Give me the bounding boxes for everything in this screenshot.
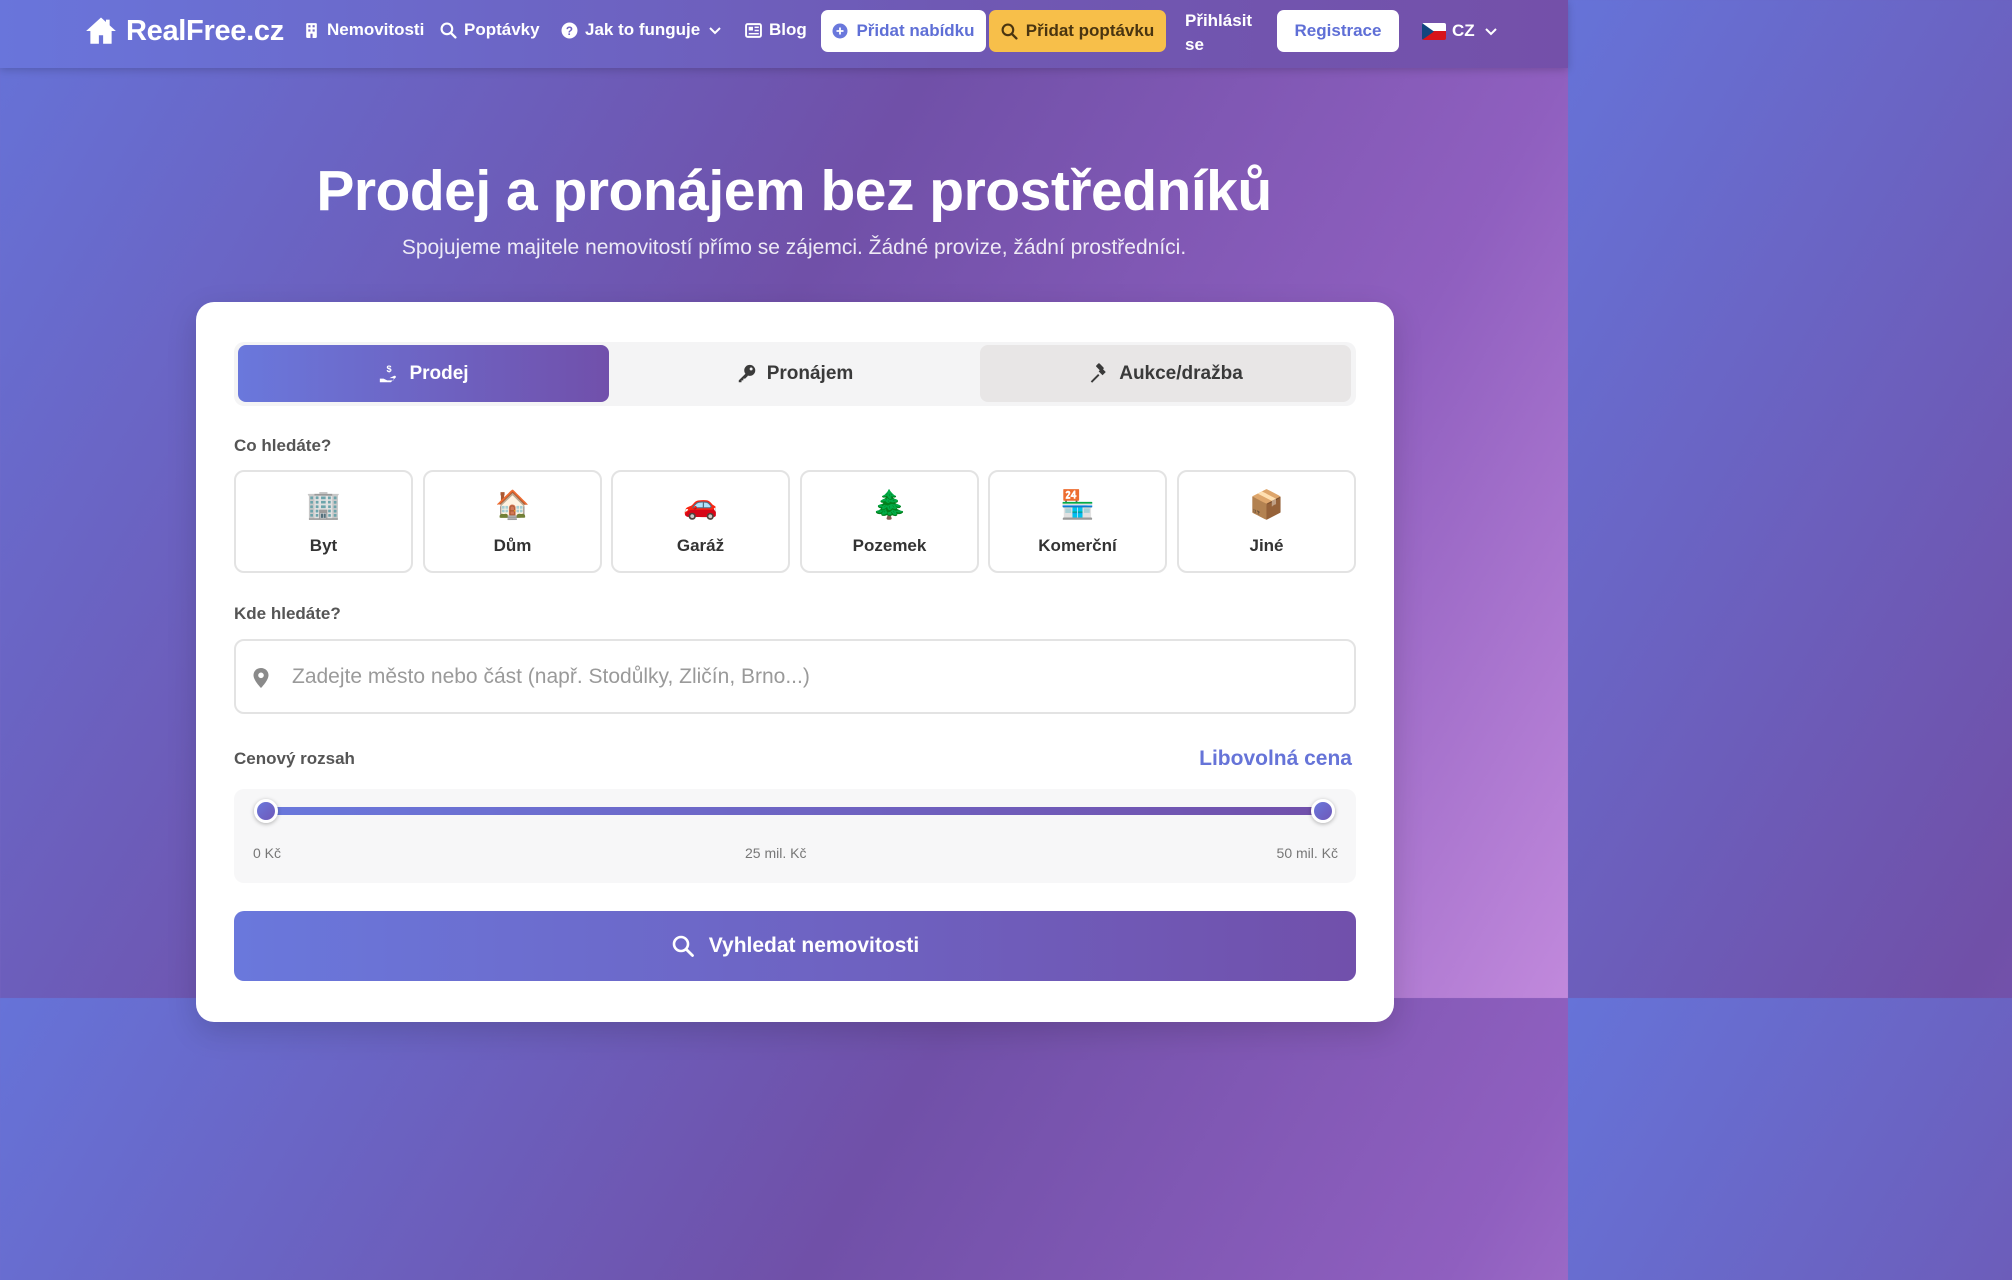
search-icon	[1001, 23, 1018, 40]
price-range-value: Libovolná cena	[1199, 747, 1352, 770]
type-option-label: Dům	[493, 536, 532, 555]
price-tick-min: 0 Kč	[253, 845, 282, 861]
location-input[interactable]	[292, 655, 1332, 699]
location-field	[234, 639, 1356, 714]
svg-text:$: $	[387, 364, 392, 374]
svg-text:?: ?	[566, 24, 573, 37]
gavel-icon	[1090, 362, 1106, 383]
chevron-down-icon	[1484, 28, 1497, 36]
tab-auction[interactable]: Aukce/dražba	[980, 345, 1351, 402]
nav-link-demands[interactable]: Poptávky	[440, 20, 540, 40]
type-option-label: Byt	[309, 536, 338, 555]
czech-flag-icon	[1422, 22, 1446, 40]
location-label: Kde hledáte?	[234, 604, 341, 623]
package-icon: 📦	[1249, 489, 1284, 520]
logo-text: RealFree.cz	[126, 14, 284, 47]
price-tick-mid: 25 mil. Kč	[745, 845, 807, 861]
map-pin-icon	[253, 668, 269, 688]
search-icon	[672, 935, 694, 957]
search-button-label: Vyhledat nemovitosti	[708, 934, 920, 957]
type-option-house[interactable]: 🏠 Dům	[423, 470, 602, 573]
type-option-commercial[interactable]: 🏪 Komerční	[988, 470, 1167, 573]
add-offer-button[interactable]: Přidat nabídku	[821, 10, 986, 52]
register-button[interactable]: Registrace	[1277, 10, 1399, 52]
nav-link-blog[interactable]: Blog	[745, 20, 807, 40]
office-building-icon: 🏢	[306, 489, 341, 520]
type-option-flat[interactable]: 🏢 Byt	[234, 470, 413, 573]
type-option-land[interactable]: 🌲 Pozemek	[800, 470, 979, 573]
add-demand-button[interactable]: Přidat poptávku	[989, 10, 1166, 52]
store-icon: 🏪	[1060, 489, 1095, 520]
price-range-label: Cenový rozsah	[234, 749, 355, 768]
price-max-handle[interactable]	[1311, 799, 1335, 823]
search-card: $ Prodej Pronájem Aukce/dražba Co hledát…	[196, 302, 1394, 1022]
login-link[interactable]: Přihlásit se	[1185, 9, 1265, 57]
home-icon	[86, 17, 116, 44]
house-icon: 🏠	[495, 489, 530, 520]
type-option-label: Komerční	[1038, 536, 1117, 555]
logo[interactable]: RealFree.cz	[84, 14, 284, 48]
price-min-handle[interactable]	[254, 799, 278, 823]
nav-link-demands-label: Poptávky	[464, 20, 540, 39]
nav-link-properties-label: Nemovitosti	[327, 20, 425, 39]
nav-link-blog-label: Blog	[769, 20, 807, 39]
tab-rent-label: Pronájem	[766, 362, 854, 384]
key-icon	[738, 364, 755, 382]
tree-icon: 🌲	[872, 489, 907, 520]
search-icon	[440, 22, 457, 39]
tab-auction-label: Aukce/dražba	[1119, 362, 1243, 384]
top-navbar: RealFree.cz Nemovitosti Poptávky ? Jak t…	[0, 0, 1568, 68]
type-option-label: Jiné	[1249, 536, 1284, 555]
type-option-other[interactable]: 📦 Jiné	[1177, 470, 1356, 573]
type-option-label: Pozemek	[852, 536, 927, 555]
tab-sale-label: Prodej	[409, 362, 469, 384]
nav-link-how-label: Jak to funguje	[585, 20, 701, 39]
language-selector[interactable]: CZ	[1422, 21, 1498, 41]
add-offer-label: Přidat nabídku	[856, 21, 975, 40]
price-tick-max: 50 mil. Kč	[1276, 845, 1338, 861]
type-option-label: Garáž	[676, 536, 725, 555]
nav-link-how-it-works[interactable]: ? Jak to funguje	[561, 20, 722, 40]
hero-title: Prodej a pronájem bez prostředníků	[316, 159, 1272, 223]
nav-link-properties[interactable]: Nemovitosti	[303, 20, 424, 40]
property-type-options: 🏢 Byt 🏠 Dům 🚗 Garáž 🌲 Pozemek 🏪 Komerční…	[234, 470, 1356, 574]
tab-rent[interactable]: Pronájem	[609, 345, 980, 402]
price-slider-track[interactable]	[266, 807, 1323, 815]
type-option-garage[interactable]: 🚗 Garáž	[611, 470, 790, 573]
building-icon	[306, 22, 317, 38]
hand-money-icon: $	[380, 364, 397, 382]
question-icon: ?	[561, 22, 578, 38]
newspaper-icon	[745, 22, 762, 38]
add-demand-label: Přidat poptávku	[1025, 21, 1155, 40]
car-icon: 🚗	[683, 489, 718, 520]
tab-sale[interactable]: $ Prodej	[238, 345, 609, 402]
search-properties-button[interactable]: Vyhledat nemovitosti	[234, 911, 1356, 981]
listing-type-tabs: $ Prodej Pronájem Aukce/dražba	[234, 342, 1356, 406]
property-type-label: Co hledáte?	[234, 436, 332, 455]
plus-circle-icon	[832, 23, 848, 39]
price-range-slider: 0 Kč 25 mil. Kč 50 mil. Kč	[234, 789, 1356, 883]
hero-subtitle: Spojujeme majitele nemovitostí přímo se …	[401, 236, 1187, 259]
chevron-down-icon	[709, 27, 721, 35]
language-label: CZ	[1452, 21, 1475, 40]
